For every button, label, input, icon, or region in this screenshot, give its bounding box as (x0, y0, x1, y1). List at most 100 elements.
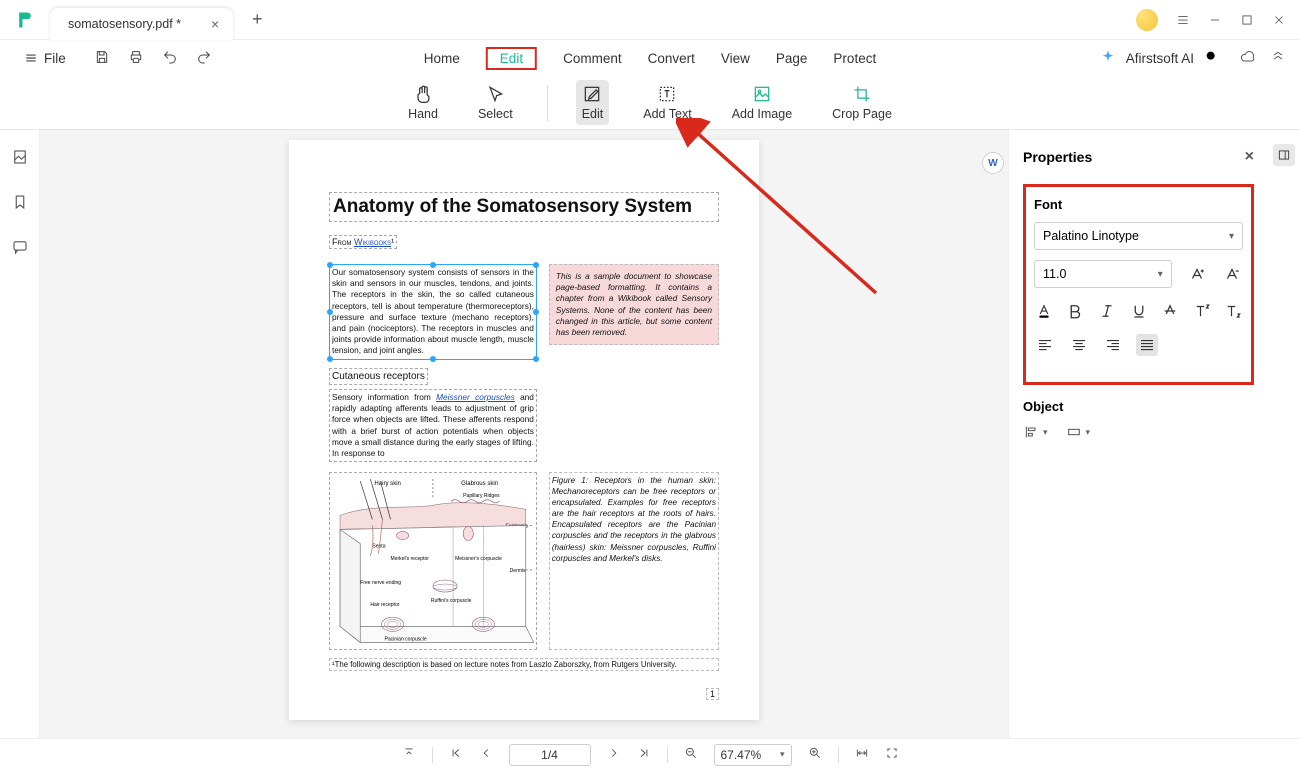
doc-page-number: 1 (706, 688, 719, 700)
tool-crop-page[interactable]: Crop Page (826, 80, 898, 125)
doc-figure-caption[interactable]: Figure 1: Receptors in the human skin: M… (549, 472, 719, 650)
prev-page-icon[interactable] (479, 746, 493, 763)
close-window-icon[interactable] (1272, 13, 1286, 27)
collapse-ribbon-icon[interactable] (1270, 49, 1286, 68)
object-distribute-dropdown[interactable]: ▾ (1066, 424, 1091, 440)
scroll-top-icon[interactable] (402, 746, 416, 763)
ai-button[interactable]: Afirstsoft AI (1126, 51, 1194, 66)
zoom-indicator[interactable]: 67.47% ▾ (714, 744, 792, 766)
next-page-icon[interactable] (607, 746, 621, 763)
file-menu-button[interactable]: File (14, 47, 76, 70)
zoom-value: 67.47% (721, 748, 762, 762)
bold-icon[interactable] (1066, 300, 1086, 322)
align-justify-icon[interactable] (1136, 334, 1158, 356)
doc-title[interactable]: Anatomy of the Somatosensory System (329, 192, 719, 222)
tool-add-image[interactable]: Add Image (726, 80, 798, 125)
chevron-down-icon: ▾ (1158, 269, 1163, 280)
thumbnails-icon[interactable] (11, 148, 29, 171)
tab-edit[interactable]: Edit (500, 51, 523, 66)
tab-convert[interactable]: Convert (648, 51, 695, 66)
close-properties-icon[interactable]: × (1245, 148, 1254, 166)
tab-view[interactable]: View (721, 51, 750, 66)
print-icon[interactable] (128, 49, 144, 68)
meissner-link[interactable]: Meissner corpuscles (436, 392, 515, 402)
undo-icon[interactable] (162, 49, 178, 68)
tool-edit[interactable]: Edit (576, 80, 610, 125)
chevron-down-icon: ▾ (780, 749, 785, 760)
ai-sparkle-icon (1100, 49, 1116, 68)
tool-hand[interactable]: Hand (402, 80, 444, 125)
zoom-in-icon[interactable] (808, 746, 822, 763)
doc-para1: Our somatosensory system consists of sen… (332, 267, 534, 357)
cloud-icon[interactable] (1240, 49, 1256, 68)
hamburger-icon (24, 51, 38, 65)
tool-select[interactable]: Select (472, 80, 519, 125)
doc-para2-a: Sensory information from (332, 392, 436, 402)
tool-add-image-label: Add Image (732, 107, 792, 121)
fit-page-icon[interactable] (885, 746, 899, 763)
increase-font-icon[interactable] (1186, 263, 1208, 285)
object-align-icon (1023, 424, 1039, 440)
tab-comment[interactable]: Comment (563, 51, 622, 66)
font-color-icon[interactable] (1034, 300, 1054, 322)
tool-add-text[interactable]: Add Text (637, 80, 697, 125)
document-tab-label: somatosensory.pdf * (68, 17, 181, 31)
app-logo (0, 10, 50, 30)
fit-width-icon[interactable] (855, 746, 869, 763)
comments-panel-icon[interactable] (11, 238, 29, 261)
align-left-icon[interactable] (1034, 334, 1056, 356)
last-page-icon[interactable] (637, 746, 651, 763)
font-size-select[interactable]: 11.0 ▾ (1034, 260, 1172, 288)
tab-home[interactable]: Home (424, 51, 460, 66)
doc-from[interactable]: From Wikibooks¹ (329, 235, 397, 249)
pdf-page: Anatomy of the Somatosensory System From… (289, 140, 759, 720)
align-right-icon[interactable] (1102, 334, 1124, 356)
word-export-badge[interactable]: W (982, 152, 1004, 174)
new-tab-button[interactable]: + (243, 6, 271, 34)
doc-subhead[interactable]: Cutaneous receptors (329, 368, 428, 386)
maximize-icon[interactable] (1240, 13, 1254, 27)
tool-select-label: Select (478, 107, 513, 121)
tab-page[interactable]: Page (776, 51, 808, 66)
document-tab[interactable]: somatosensory.pdf * × (50, 8, 233, 40)
font-family-select[interactable]: Palatino Linotype ▾ (1034, 222, 1243, 250)
zoom-out-icon[interactable] (684, 746, 698, 763)
document-canvas[interactable]: W Anatomy of the Somatosensory System Fr… (40, 130, 1008, 738)
file-menu-label: File (44, 51, 66, 66)
add-image-icon (752, 84, 772, 104)
font-section-title: Font (1034, 197, 1243, 212)
decrease-font-icon[interactable] (1221, 263, 1243, 285)
chevron-down-icon: ▾ (1229, 231, 1234, 242)
fig-label-glab: Glabrous skin (461, 481, 498, 487)
tab-protect[interactable]: Protect (833, 51, 876, 66)
minimize-icon[interactable] (1208, 13, 1222, 27)
doc-footnote[interactable]: ¹The following description is based on l… (329, 658, 719, 671)
first-page-icon[interactable] (449, 746, 463, 763)
save-icon[interactable] (94, 49, 110, 68)
page-indicator-value: 1/4 (541, 748, 558, 762)
user-avatar[interactable] (1136, 9, 1158, 31)
doc-para2[interactable]: Sensory information from Meissner corpus… (329, 389, 537, 462)
underline-icon[interactable] (1129, 300, 1149, 322)
strikethrough-icon[interactable] (1160, 300, 1180, 322)
doc-from-link[interactable]: Wikibooks (354, 237, 391, 247)
align-center-icon[interactable] (1068, 334, 1090, 356)
subscript-icon[interactable] (1223, 300, 1243, 322)
bookmarks-icon[interactable] (11, 193, 29, 216)
crop-icon (852, 84, 872, 104)
font-size-value: 11.0 (1043, 267, 1066, 281)
fig-label-hr: Hair receptor (370, 602, 399, 608)
redo-icon[interactable] (196, 49, 212, 68)
doc-sidebox[interactable]: This is a sample document to showcase pa… (549, 264, 719, 345)
menu-icon[interactable] (1176, 13, 1190, 27)
object-align-dropdown[interactable]: ▾ (1023, 424, 1048, 440)
close-tab-icon[interactable]: × (211, 16, 219, 32)
italic-icon[interactable] (1097, 300, 1117, 322)
superscript-icon[interactable] (1192, 300, 1212, 322)
page-indicator[interactable]: 1/4 (509, 744, 591, 766)
doc-figure-image[interactable]: Hairy skin Glabrous skin Epidermis Papil… (329, 472, 537, 650)
search-icon[interactable] (1204, 49, 1220, 68)
properties-header: Properties (1023, 149, 1092, 165)
toggle-panel-icon[interactable] (1273, 144, 1295, 166)
selected-text-block[interactable]: Our somatosensory system consists of sen… (329, 264, 537, 360)
